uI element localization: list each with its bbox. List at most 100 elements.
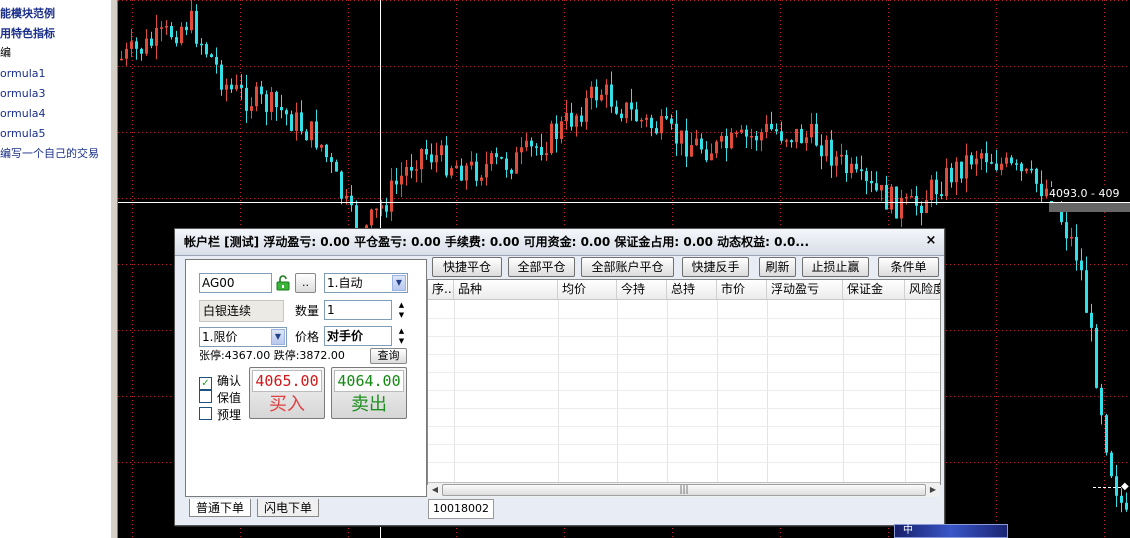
quick-reverse-button[interactable]: 快捷反手 xyxy=(682,257,749,277)
candle-body xyxy=(195,10,198,44)
close-all-accounts-button[interactable]: 全部账户平仓 xyxy=(581,257,674,277)
candle-body xyxy=(745,129,748,137)
candle-body xyxy=(885,185,888,210)
scroll-right-icon[interactable]: ▶ xyxy=(927,484,939,496)
candle-body xyxy=(1000,163,1003,170)
unlock-icon[interactable] xyxy=(276,275,290,291)
tree-item[interactable]: 编写一个自己的交易 xyxy=(0,145,99,163)
tree-item[interactable]: ormula3 xyxy=(0,85,46,103)
candle-body xyxy=(980,153,983,159)
tree-item[interactable]: ormula5 xyxy=(0,125,46,143)
quick-close-button[interactable]: 快捷平仓 xyxy=(432,257,502,277)
column-header[interactable]: 今持 xyxy=(617,280,667,299)
close-icon[interactable]: × xyxy=(924,233,938,249)
grid-header: 序... 品种 均价 今持 总持 市价 浮动盈亏 保证金 风险度 xyxy=(428,280,940,300)
positions-grid[interactable]: 序... 品种 均价 今持 总持 市价 浮动盈亏 保证金 风险度 xyxy=(427,279,941,485)
candle-body xyxy=(250,106,253,111)
candle-body xyxy=(815,123,818,146)
column-header[interactable]: 风险度 xyxy=(905,280,940,299)
column-header[interactable]: 市价 xyxy=(717,280,767,299)
tree-item[interactable]: 编 xyxy=(0,44,11,62)
conditional-order-button[interactable]: 条件单 xyxy=(878,257,939,277)
account-dialog: 帐户栏 [测试] 浮动盈亏: 0.00 平仓盈亏: 0.00 手续费: 0.00… xyxy=(174,228,945,526)
chevron-down-icon: ▼ xyxy=(392,275,406,291)
hedge-checkbox[interactable]: 保值 xyxy=(199,390,241,405)
candle-body xyxy=(960,161,963,179)
scroll-left-icon[interactable]: ◀ xyxy=(429,484,441,496)
candle-body xyxy=(660,116,663,134)
candle-body xyxy=(420,149,423,170)
close-all-button[interactable]: 全部平仓 xyxy=(508,257,575,277)
sell-button[interactable]: 4064.00 卖出 xyxy=(331,367,407,419)
candle-body xyxy=(940,194,943,197)
candle-body xyxy=(1040,183,1043,197)
candle-body xyxy=(165,26,168,28)
refresh-button[interactable]: 刷新 xyxy=(759,257,796,277)
candle-body xyxy=(1075,236,1078,261)
candle-body xyxy=(665,116,668,119)
candle-body xyxy=(510,169,513,174)
account-tab[interactable]: 10018002 xyxy=(428,499,494,519)
column-header[interactable]: 均价 xyxy=(558,280,617,299)
stepper-up-icon[interactable]: ▲ xyxy=(396,300,407,310)
symbol-input[interactable]: AG00 xyxy=(199,273,272,293)
price-stepper[interactable]: ▲ ▼ xyxy=(396,326,407,346)
column-header[interactable]: 品种 xyxy=(454,280,558,299)
tree-item[interactable]: ormula1 xyxy=(0,65,46,83)
confirm-checkbox[interactable]: ✓ 确认 xyxy=(199,374,241,390)
candle-body xyxy=(545,153,548,156)
quantity-stepper[interactable]: ▲ ▼ xyxy=(396,300,407,320)
candle-body xyxy=(645,117,648,120)
price-type-select[interactable]: 1.限价 ▼ xyxy=(199,327,287,347)
stepper-up-icon[interactable]: ▲ xyxy=(396,326,407,336)
candle-body xyxy=(480,177,483,181)
stop-loss-button[interactable]: 止损止赢 xyxy=(802,257,869,277)
preorder-label: 预埋 xyxy=(217,408,242,422)
price-type-value: 1.限价 xyxy=(202,330,238,344)
scrollbar-thumb[interactable]: ||| xyxy=(442,484,926,496)
candle-body xyxy=(515,152,518,174)
symbol-picker-button[interactable]: .. xyxy=(295,273,316,293)
column-header[interactable]: 浮动盈亏 xyxy=(767,280,843,299)
candle-body xyxy=(630,102,633,110)
tree-item[interactable]: ormula4 xyxy=(0,105,46,123)
candle-body xyxy=(500,157,503,159)
candle-body xyxy=(460,165,463,181)
bottom-widget[interactable]: 中 xyxy=(894,524,1008,538)
candle-body xyxy=(770,123,773,130)
candle-body xyxy=(465,165,468,181)
candle-body xyxy=(445,145,448,176)
candle-body xyxy=(880,185,883,191)
horizontal-scrollbar[interactable]: ◀ ||| ▶ xyxy=(428,482,940,497)
quantity-input[interactable]: 1 xyxy=(324,300,392,320)
buy-button[interactable]: 4065.00 买入 xyxy=(249,367,325,419)
price-input[interactable]: 对手价 xyxy=(324,326,392,346)
query-button[interactable]: 查询 xyxy=(370,348,407,364)
candle-body xyxy=(265,94,268,112)
candle-body xyxy=(285,110,288,115)
tab-normal-order[interactable]: 普通下单 xyxy=(189,499,252,517)
stepper-down-icon[interactable]: ▼ xyxy=(396,336,407,346)
column-header[interactable]: 序... xyxy=(428,280,454,299)
quantity-label: 数量 xyxy=(295,304,320,318)
candle-body xyxy=(850,163,853,174)
tree-item[interactable]: 用特色指标 xyxy=(0,25,55,43)
candle-body xyxy=(595,86,598,101)
candle-body xyxy=(655,128,658,134)
tab-flash-order[interactable]: 闪电下单 xyxy=(257,499,320,517)
dialog-titlebar[interactable]: 帐户栏 [测试] 浮动盈亏: 0.00 平仓盈亏: 0.00 手续费: 0.00… xyxy=(175,229,944,256)
candle-body xyxy=(290,114,293,131)
panel-splitter[interactable] xyxy=(110,0,118,538)
candle-body xyxy=(350,195,353,206)
candle-body xyxy=(1105,415,1108,453)
stepper-down-icon[interactable]: ▼ xyxy=(396,310,407,320)
candle-body xyxy=(305,131,308,141)
preorder-checkbox[interactable]: 预埋 xyxy=(199,407,241,422)
candle-body xyxy=(245,87,248,111)
column-header[interactable]: 总持 xyxy=(667,280,717,299)
candle-body xyxy=(650,117,653,129)
tree-item[interactable]: 能模块范例 xyxy=(0,5,55,23)
mode-select[interactable]: 1.自动 ▼ xyxy=(324,273,408,293)
candle-body xyxy=(695,138,698,146)
column-header[interactable]: 保证金 xyxy=(843,280,905,299)
